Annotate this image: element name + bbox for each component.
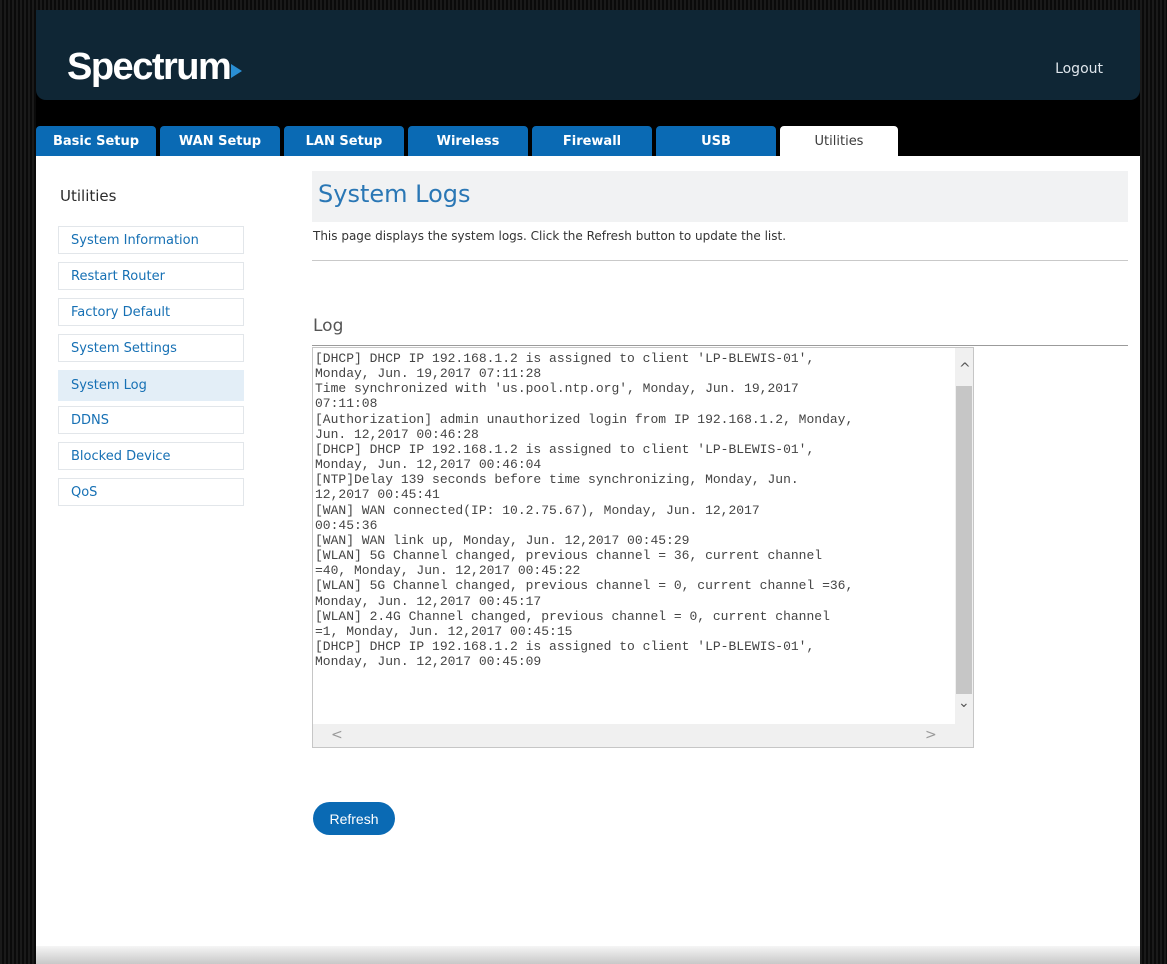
divider: [312, 260, 1128, 261]
scrollbar-thumb[interactable]: [956, 386, 972, 694]
tab-usb[interactable]: USB: [656, 126, 776, 156]
refresh-button[interactable]: Refresh: [313, 802, 395, 835]
content-panel: Utilities System Information Restart Rou…: [36, 156, 1140, 946]
sidebar-item-restart-router[interactable]: Restart Router: [58, 262, 244, 290]
tab-firewall[interactable]: Firewall: [532, 126, 652, 156]
spectrum-logo: Spectrum: [67, 46, 243, 88]
scroll-right-icon[interactable]: >: [925, 728, 937, 742]
scroll-up-icon[interactable]: ^: [959, 362, 971, 376]
horizontal-scrollbar[interactable]: < >: [313, 724, 973, 747]
sidebar-item-system-settings[interactable]: System Settings: [58, 334, 244, 362]
tab-wireless[interactable]: Wireless: [408, 126, 528, 156]
footer-bar: [36, 946, 1140, 964]
logo-arrow-icon: [231, 64, 243, 78]
sidebar-item-blocked-device[interactable]: Blocked Device: [58, 442, 244, 470]
header: Spectrum Logout: [36, 10, 1140, 100]
router-frame: Spectrum Logout Basic Setup WAN Setup LA…: [36, 10, 1140, 964]
log-textarea[interactable]: [DHCP] DHCP IP 192.168.1.2 is assigned t…: [312, 347, 974, 748]
sidebar-title: Utilities: [60, 187, 117, 205]
main-tabs: Basic Setup WAN Setup LAN Setup Wireless…: [36, 126, 1140, 157]
log-heading: Log: [313, 316, 344, 336]
scroll-left-icon[interactable]: <: [331, 728, 343, 742]
logout-link[interactable]: Logout: [1055, 61, 1103, 77]
log-content: [DHCP] DHCP IP 192.168.1.2 is assigned t…: [315, 351, 854, 670]
sidebar-item-system-information[interactable]: System Information: [58, 226, 244, 254]
logo-text: Spectrum: [67, 46, 232, 88]
tab-lan-setup[interactable]: LAN Setup: [284, 126, 404, 156]
log-divider: [312, 345, 1128, 346]
sidebar-item-factory-default[interactable]: Factory Default: [58, 298, 244, 326]
sidebar-item-system-log[interactable]: System Log: [58, 370, 244, 401]
scroll-down-icon[interactable]: ⌄: [958, 696, 970, 710]
tab-basic-setup[interactable]: Basic Setup: [36, 126, 156, 156]
vertical-scrollbar[interactable]: ^ ⌄: [955, 348, 973, 724]
tab-wan-setup[interactable]: WAN Setup: [160, 126, 280, 156]
sidebar-item-ddns[interactable]: DDNS: [58, 406, 244, 434]
page-description: This page displays the system logs. Clic…: [313, 229, 787, 243]
sidebar-item-qos[interactable]: QoS: [58, 478, 244, 506]
page-title-box: System Logs: [312, 171, 1128, 222]
page-title: System Logs: [318, 180, 471, 208]
tab-utilities[interactable]: Utilities: [780, 126, 898, 157]
